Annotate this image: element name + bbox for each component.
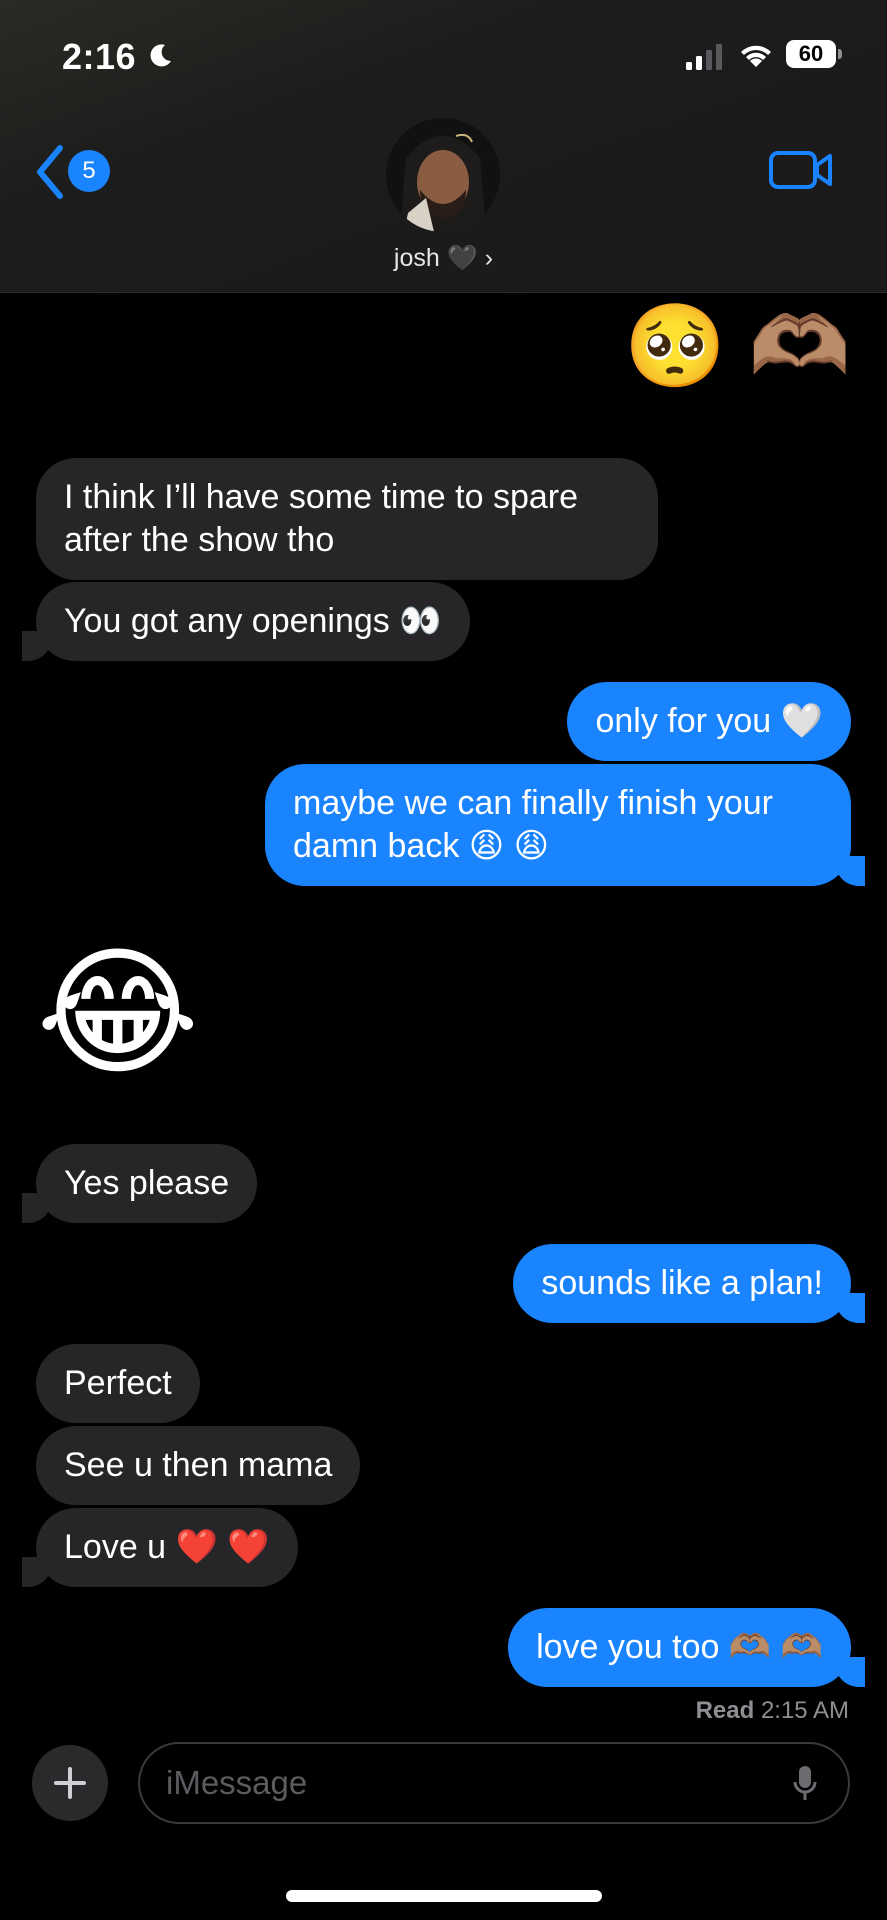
avatar-photo [386,118,500,232]
moon-icon [150,44,171,67]
apps-button[interactable] [32,1745,108,1821]
message-input[interactable]: iMessage [138,1742,850,1824]
message-incoming[interactable]: Perfect [36,1344,200,1423]
message-incoming[interactable]: Love u ❤️ ❤️ [22,1508,298,1587]
message-outgoing[interactable]: maybe we can finally finish your damn ba… [265,764,865,886]
battery-icon: 60 [786,40,844,70]
message-outgoing[interactable]: sounds like a plan! [513,1244,865,1323]
contact-name[interactable]: josh 🖤 › [0,244,887,273]
cellular-signal-icon [686,44,722,70]
wifi-icon [741,45,771,67]
message-incoming[interactable]: Yes please [21,1144,258,1223]
message-incoming[interactable]: See u then mama [36,1426,361,1505]
message-incoming-emoji[interactable]: 😂 [36,938,200,1088]
battery-level: 60 [786,40,836,68]
unread-count-badge: 5 [68,150,110,192]
message-incoming[interactable]: I think I’ll have some time to spare aft… [36,458,658,580]
contact-avatar[interactable] [386,118,500,232]
conversation-header: 2:16 60 5 josh 🖤 › [0,0,887,293]
message-input-placeholder: iMessage [166,1764,308,1801]
message-outgoing-reaction[interactable]: 🥺 🫶🏽 [624,302,851,392]
status-time: 2:16 [62,36,137,77]
message-thread: 🥺 🫶🏽 I think I’ll have some time to spar… [0,292,887,1732]
video-call-icon[interactable] [768,148,834,192]
message-outgoing[interactable]: only for you 🤍 [567,682,851,761]
plus-icon [54,1767,86,1799]
microphone-icon[interactable] [792,1764,818,1804]
read-receipt: Read 2:15 AM [696,1697,849,1725]
message-incoming[interactable]: You got any openings 👀 [22,582,470,661]
home-indicator[interactable] [286,1890,602,1902]
read-receipt-time: 2:15 AM [760,1697,849,1724]
back-button[interactable]: 5 [34,140,124,200]
message-outgoing[interactable]: love you too 🫶🏽 🫶🏽 [508,1608,865,1687]
chevron-left-icon [37,145,63,199]
read-receipt-label: Read [695,1697,755,1724]
battery-nub [838,49,842,59]
